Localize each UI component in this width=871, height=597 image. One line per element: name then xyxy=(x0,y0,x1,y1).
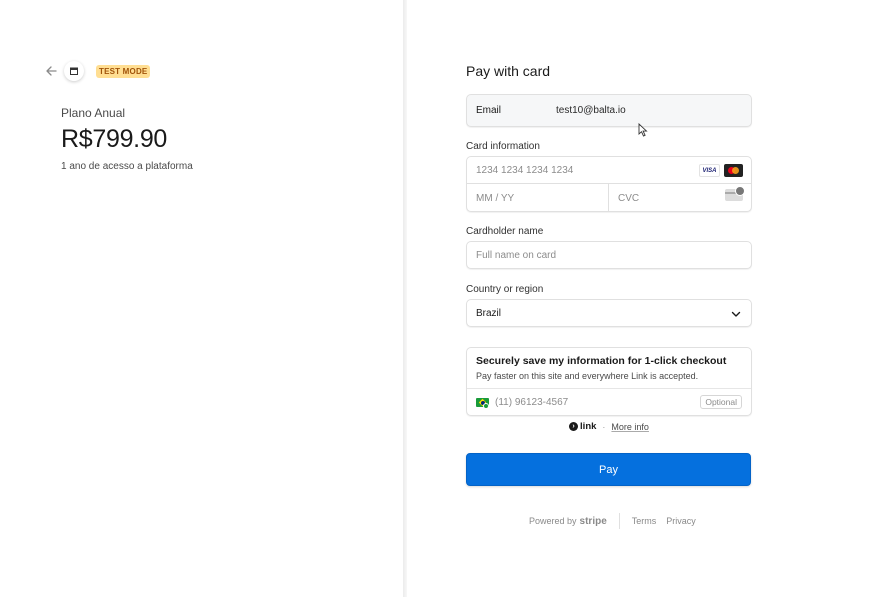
store-icon xyxy=(64,61,84,81)
country-label: Country or region xyxy=(466,284,544,295)
powered-by-text: Powered by xyxy=(529,515,577,526)
optional-tag: Optional xyxy=(700,395,742,409)
link-arrow-icon: › xyxy=(569,422,579,431)
header-bar: TEST MODE xyxy=(44,61,151,81)
link-logo: › link xyxy=(569,421,596,432)
country-select[interactable]: Brazil xyxy=(466,299,752,327)
test-mode-badge: TEST MODE xyxy=(96,64,151,78)
stripe-logo: stripe xyxy=(579,515,607,527)
email-value: test10@balta.io xyxy=(556,105,626,116)
card-number-input[interactable]: 1234 1234 1234 1234 VISA xyxy=(467,157,751,184)
card-information-label: Card information xyxy=(466,141,540,152)
expiry-placeholder: MM / YY xyxy=(476,192,515,204)
phone-input[interactable]: (11) 96123-4567 Optional xyxy=(467,388,751,416)
payment-form-panel: Pay with card Email test10@balta.io Card… xyxy=(407,0,871,597)
pay-button[interactable]: Pay xyxy=(466,453,751,486)
order-summary-panel: TEST MODE Plano Anual R$799.90 1 ano de … xyxy=(0,0,403,597)
link-title: Securely save my information for 1-click… xyxy=(476,355,727,367)
more-info-link[interactable]: More info xyxy=(611,422,649,432)
card-information-group: 1234 1234 1234 1234 VISA MM / YY CVC xyxy=(466,156,752,212)
footer: Powered by stripe Terms Privacy xyxy=(529,513,706,529)
card-brands: VISA xyxy=(699,164,743,177)
separator: · xyxy=(602,421,606,432)
form-title: Pay with card xyxy=(466,63,551,79)
card-number-placeholder: 1234 1234 1234 1234 xyxy=(476,164,574,176)
mastercard-icon xyxy=(724,164,743,177)
phone-placeholder: (11) 96123-4567 xyxy=(495,397,569,408)
powered-by-stripe[interactable]: Powered by stripe xyxy=(529,516,607,527)
link-save-info-box: Securely save my information for 1-click… xyxy=(466,347,752,416)
cvc-card-icon xyxy=(725,186,745,201)
mouse-cursor-icon xyxy=(638,123,648,137)
footer-divider xyxy=(618,513,620,529)
product-name: Plano Anual xyxy=(61,106,126,120)
product-description: 1 ano de acesso a plataforma xyxy=(61,161,193,172)
country-value: Brazil xyxy=(476,307,502,319)
terms-link[interactable]: Terms xyxy=(632,516,657,526)
arrow-left-icon[interactable] xyxy=(44,64,58,78)
cardholder-label: Cardholder name xyxy=(466,226,544,237)
privacy-link[interactable]: Privacy xyxy=(666,516,696,526)
cvc-placeholder: CVC xyxy=(618,192,640,204)
email-field[interactable]: Email test10@balta.io xyxy=(466,94,752,127)
cardholder-placeholder: Full name on card xyxy=(476,249,557,261)
link-subtitle: Pay faster on this site and everywhere L… xyxy=(476,371,699,381)
chevron-down-icon xyxy=(731,311,741,317)
cardholder-name-input[interactable]: Full name on card xyxy=(466,241,752,269)
expiry-input[interactable]: MM / YY xyxy=(467,184,609,212)
email-label: Email xyxy=(476,105,502,116)
check-badge-icon xyxy=(483,403,489,409)
cvc-input[interactable]: CVC xyxy=(609,184,751,212)
link-footer: › link · More info xyxy=(466,421,752,432)
visa-icon: VISA xyxy=(699,164,720,177)
link-logo-text: link xyxy=(580,421,597,432)
product-price: R$799.90 xyxy=(61,125,168,153)
